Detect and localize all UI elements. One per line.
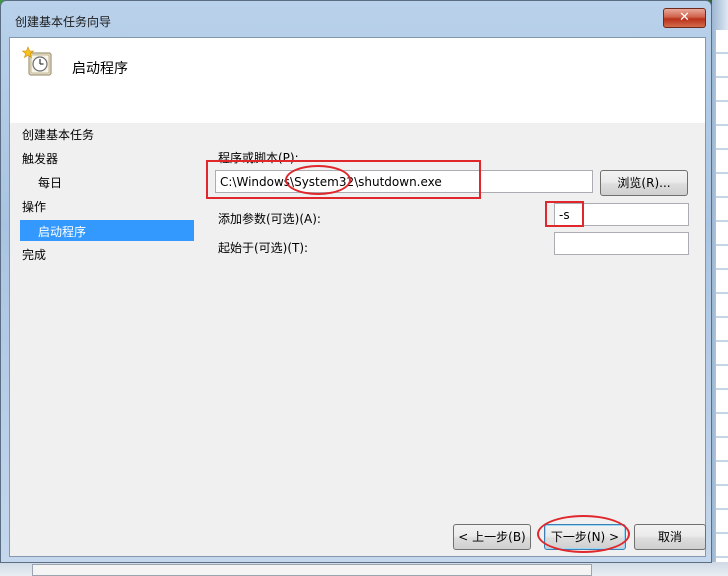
annotation-args-box	[545, 201, 584, 227]
nav-item-create-basic-task: 创建基本任务	[22, 128, 95, 142]
cancel-button[interactable]: 取消	[634, 524, 706, 550]
nav-item-start-program: 启动程序	[20, 220, 194, 241]
nav-item-daily: 每日	[38, 176, 63, 190]
start-in-label: 起始于(可选)(T):	[218, 241, 309, 255]
close-button[interactable]: ✕	[663, 8, 706, 28]
wizard-step-nav: 创建基本任务 触发器 每日 操作 启动程序 完成	[10, 123, 200, 553]
task-clock-icon	[22, 46, 52, 76]
start-in-input[interactable]	[554, 232, 689, 255]
annotation-system32-ellipse	[285, 165, 351, 195]
nav-item-finish: 完成	[22, 248, 47, 262]
close-icon: ✕	[679, 10, 690, 25]
annotation-next-ellipse	[537, 515, 630, 553]
back-button[interactable]: < 上一步(B)	[453, 524, 531, 550]
page-title: 启动程序	[72, 61, 128, 77]
nav-item-label: 启动程序	[38, 225, 87, 239]
background-input-edge	[32, 564, 592, 576]
nav-item-action: 操作	[22, 200, 47, 214]
nav-item-trigger: 触发器	[22, 152, 59, 166]
window-title: 创建基本任务向导	[15, 15, 112, 29]
browse-button[interactable]: 浏览(R)...	[600, 170, 688, 196]
create-basic-task-wizard-window: 创建基本任务向导 ✕ 启动程序 创建基本任务 触发器 每日 操作 启动程序 完成…	[0, 0, 712, 563]
wizard-header: 启动程序	[10, 38, 705, 123]
wizard-client-area: 启动程序 创建基本任务 触发器 每日 操作 启动程序 完成 程序或脚本(P): …	[9, 37, 706, 557]
title-bar[interactable]: 创建基本任务向导 ✕	[1, 1, 711, 33]
arguments-label: 添加参数(可选)(A):	[218, 212, 321, 226]
background-window-rows	[716, 30, 728, 570]
